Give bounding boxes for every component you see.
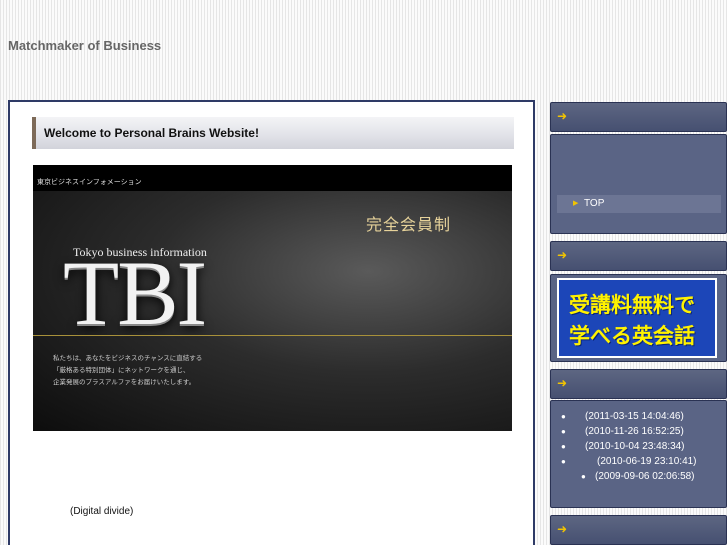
tbi-banner-image: 東京ビジネスインフォメーション 完全会員制 Tokyo business inf… — [33, 165, 512, 431]
bullet-icon: ● — [561, 427, 566, 436]
bullet-icon: ● — [561, 442, 566, 451]
welcome-title: Welcome to Personal Brains Website! — [44, 126, 259, 140]
sidebar-nav-box: ▶ TOP — [550, 134, 727, 234]
post-date: (2010-11-26 16:52:25) — [585, 426, 684, 437]
sidebar-header-2: ➜ — [550, 241, 727, 271]
banner-small-text: 東京ビジネスインフォメーション — [37, 179, 142, 186]
list-item[interactable]: ● (2009-09-06 02:06:58) — [561, 469, 725, 484]
nav-top-label: TOP — [584, 198, 605, 209]
banner-description-line: 企業発展のプラスアルファをお届けいたします。 — [53, 379, 196, 386]
recent-posts-box: ● (2011-03-15 14:04:46) ● (2010-11-26 16:5… — [550, 400, 727, 508]
arrow-icon: ➜ — [557, 248, 568, 262]
post-date: (2009-09-06 02:06:58) — [595, 471, 695, 482]
english-school-ad[interactable]: 受講料無料で 学べる英会話 — [557, 278, 717, 358]
sidebar-header-4: ➜ — [550, 515, 727, 545]
bullet-icon: ● — [581, 472, 586, 481]
banner-description: 私たちは、あなたをビジネスのチャンスに直結する 「厳格ある特別団体」にネットワー… — [53, 353, 243, 389]
bullet-icon: ● — [561, 412, 566, 421]
sidebar-ad-box: 受講料無料で 学べる英会話 — [550, 274, 727, 362]
arrow-icon: ➜ — [557, 109, 568, 123]
banner-description-line: 私たちは、あなたをビジネスのチャンスに直結する — [53, 355, 203, 362]
nav-top-link[interactable]: ▶ TOP — [557, 195, 721, 213]
arrow-icon: ➜ — [557, 522, 568, 536]
ad-line-2: 学べる英会話 — [569, 325, 695, 348]
banner-description-line: 「厳格ある特別団体」にネットワークを通じ、 — [53, 367, 190, 374]
list-item[interactable]: ● (2011-03-15 14:04:46) — [561, 409, 725, 424]
triangle-right-icon: ▶ — [573, 200, 579, 207]
ad-line-1: 受講料無料で — [569, 294, 695, 317]
list-item[interactable]: ● (2010-11-26 16:52:25) — [561, 424, 725, 439]
recent-posts-list: ● (2011-03-15 14:04:46) ● (2010-11-26 16:5… — [561, 409, 725, 484]
post-date: (2011-03-15 14:04:46) — [585, 411, 684, 422]
list-item[interactable]: ● (2010-06-19 23:10:41) — [561, 454, 711, 469]
sidebar-header-1: ➜ — [550, 102, 727, 132]
list-item[interactable]: ● (2010-10-04 23:48:34) — [561, 439, 725, 454]
digital-divide-text: (Digital divide) — [70, 506, 134, 517]
site-title: Matchmaker of Business — [8, 38, 162, 53]
post-date: (2010-06-19 23:10:41) — [597, 456, 697, 467]
banner-membership-text: 完全会員制 — [366, 215, 452, 234]
banner-divider — [33, 335, 512, 336]
sidebar-header-3: ➜ — [550, 369, 727, 399]
main-content: Welcome to Personal Brains Website! 東京ビジ… — [8, 100, 535, 545]
banner-logo: TBI — [63, 242, 207, 344]
post-date: (2010-10-04 23:48:34) — [585, 441, 685, 452]
bullet-icon: ● — [561, 457, 566, 466]
arrow-icon: ➜ — [557, 376, 568, 390]
welcome-header: Welcome to Personal Brains Website! — [32, 117, 514, 149]
